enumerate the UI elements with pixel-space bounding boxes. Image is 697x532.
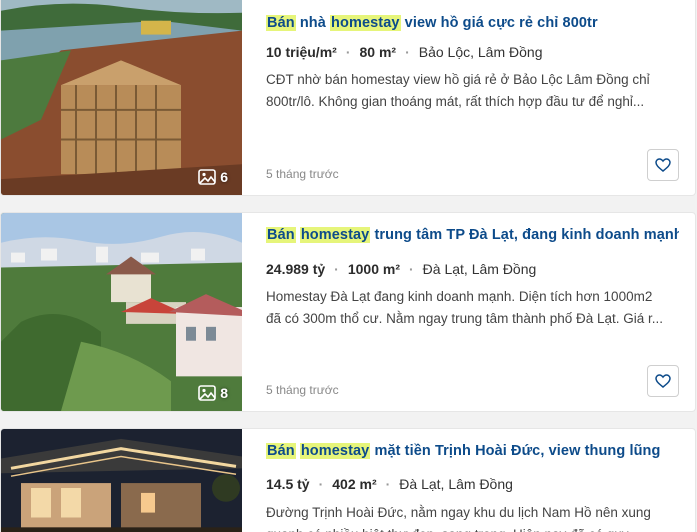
listing-time: 5 tháng trước bbox=[266, 167, 339, 181]
listing-meta: 10 triệu/m² · 80 m² · Bảo Lộc, Lâm Đồng bbox=[266, 44, 679, 60]
listing-location: Đà Lạt, Lâm Đồng bbox=[422, 261, 537, 277]
title-highlight: Bán bbox=[266, 443, 296, 459]
listing-meta: 24.989 tỷ · 1000 m² · Đà Lạt, Lâm Đồng bbox=[266, 261, 679, 277]
title-highlight: Bán bbox=[266, 15, 296, 31]
separator-dot: · bbox=[318, 476, 324, 492]
title-text: nhà bbox=[295, 15, 331, 31]
listing-card[interactable]: Bán homestay mặt tiền Trịnh Hoài Đức, vi… bbox=[0, 428, 696, 532]
image-gallery-icon bbox=[198, 169, 217, 185]
listing-area: 80 m² bbox=[359, 44, 397, 60]
listing-card[interactable]: 8 Bán homestay trung tâm TP Đà Lạt, đang… bbox=[0, 212, 696, 412]
save-favorite-button[interactable] bbox=[647, 365, 679, 397]
title-text: trung tâm TP Đà Lạt, đang kinh doanh mạn… bbox=[370, 227, 679, 243]
listing-results: 6 Bán nhà homestay view hồ giá cực rẻ ch… bbox=[0, 0, 697, 532]
listing-info: Bán homestay trung tâm TP Đà Lạt, đang k… bbox=[266, 213, 679, 411]
title-text: mặt tiền Trịnh Hoài Đức, view thung lũng bbox=[370, 443, 661, 459]
listing-price: 10 triệu/m² bbox=[266, 44, 337, 60]
separator-dot: · bbox=[385, 476, 391, 492]
listing-time: 5 tháng trước bbox=[266, 383, 339, 397]
separator-dot: · bbox=[409, 261, 414, 277]
listing-info: Bán homestay mặt tiền Trịnh Hoài Đức, vi… bbox=[266, 429, 679, 532]
listing-title[interactable]: Bán nhà homestay view hồ giá cực rẻ chỉ … bbox=[266, 15, 679, 31]
save-favorite-button[interactable] bbox=[647, 149, 679, 181]
listing-price: 14.5 tỷ bbox=[266, 476, 310, 492]
listing-area: 402 m² bbox=[332, 476, 377, 492]
listing-thumbnail[interactable]: 8 bbox=[1, 213, 242, 411]
listing-thumbnail[interactable] bbox=[1, 429, 242, 532]
photo-count: 8 bbox=[198, 385, 228, 401]
construction-photo bbox=[1, 0, 242, 195]
heart-outline-icon bbox=[655, 374, 671, 388]
listing-title[interactable]: Bán homestay mặt tiền Trịnh Hoài Đức, vi… bbox=[266, 443, 679, 459]
listing-description: Homestay Đà Lạt đang kinh doanh mạnh. Di… bbox=[266, 289, 664, 326]
separator-dot: · bbox=[334, 261, 339, 277]
listing-info: Bán nhà homestay view hồ giá cực rẻ chỉ … bbox=[266, 0, 679, 195]
listing-thumbnail[interactable]: 6 bbox=[1, 0, 242, 195]
listing-location: Bảo Lộc, Lâm Đồng bbox=[418, 44, 543, 60]
listing-description: CĐT nhờ bán homestay view hồ giá rẻ ở Bả… bbox=[266, 72, 650, 109]
title-highlight: homestay bbox=[299, 443, 371, 459]
title-highlight: homestay bbox=[299, 227, 371, 243]
heart-outline-icon bbox=[655, 158, 671, 172]
photo-count-value: 6 bbox=[220, 169, 228, 185]
listing-area: 1000 m² bbox=[347, 261, 400, 277]
image-gallery-icon bbox=[198, 385, 217, 401]
listing-price: 24.989 tỷ bbox=[266, 261, 326, 277]
photo-count-value: 8 bbox=[220, 385, 228, 401]
photo-count: 6 bbox=[198, 169, 228, 185]
title-highlight: homestay bbox=[330, 15, 401, 31]
listing-location: Đà Lạt, Lâm Đồng bbox=[399, 476, 513, 492]
city-view-photo bbox=[1, 213, 242, 411]
night-homestay-photo bbox=[1, 429, 242, 532]
listing-card[interactable]: 6 Bán nhà homestay view hồ giá cực rẻ ch… bbox=[0, 0, 696, 196]
title-highlight: Bán bbox=[266, 227, 296, 243]
listing-title[interactable]: Bán homestay trung tâm TP Đà Lạt, đang k… bbox=[266, 227, 679, 243]
separator-dot: · bbox=[345, 44, 351, 60]
listing-meta: 14.5 tỷ · 402 m² · Đà Lạt, Lâm Đồng bbox=[266, 476, 679, 492]
listing-description: Đường Trịnh Hoài Đức, nằm ngay khu du lị… bbox=[266, 505, 651, 532]
title-text: view hồ giá cực rẻ chỉ 800tr bbox=[400, 15, 598, 31]
separator-dot: · bbox=[405, 44, 410, 60]
